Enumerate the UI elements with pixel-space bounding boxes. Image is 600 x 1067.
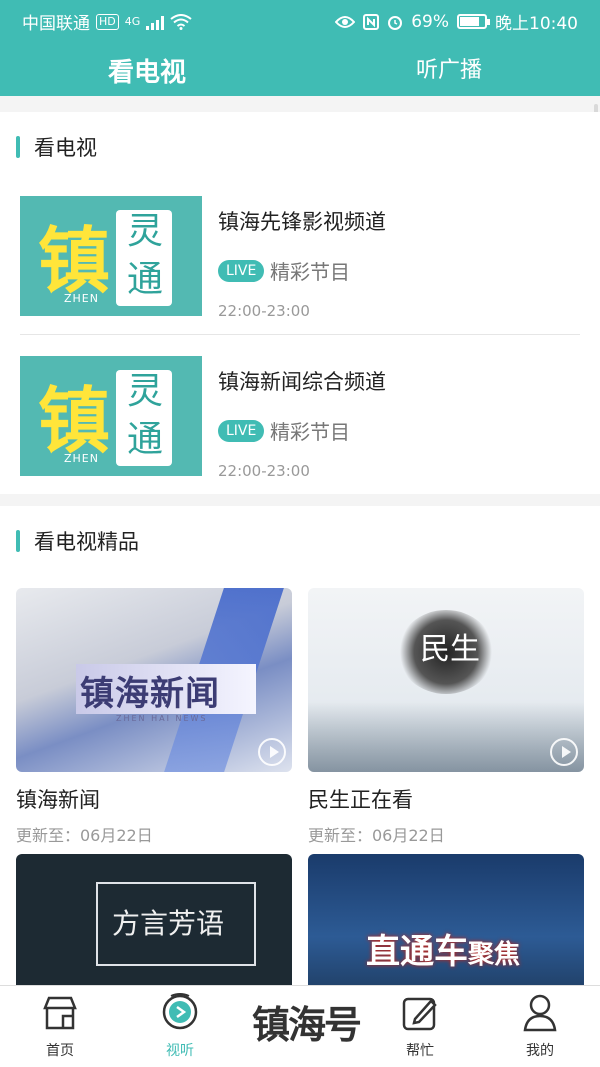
carrier-label: 中国联通 <box>22 14 90 34</box>
nav-help[interactable]: 帮忙 <box>370 986 470 1067</box>
tab-listen-radio[interactable]: 听广播 <box>416 52 482 84</box>
divider <box>20 334 580 335</box>
section-title: 看电视 <box>34 136 97 160</box>
nav-label: 帮忙 <box>406 1043 434 1059</box>
program-card[interactable]: 民生 民生正在看 更新至：06月22日 <box>308 588 584 846</box>
status-bar: 中国联通 HD 4G 69% 晚上10:40 <box>0 0 600 40</box>
hd-badge: HD <box>96 13 119 30</box>
channel-thumbnail: 镇 灵通 ZHEN <box>20 196 202 316</box>
top-tabs: 看电视 听广播 <box>0 40 600 96</box>
nav-label: 首页 <box>46 1043 74 1059</box>
program-time: 22:00-23:00 <box>218 462 310 480</box>
wifi-icon <box>170 13 192 30</box>
bottom-nav: 首页 视听 镇海号 帮忙 我的 <box>0 985 600 1067</box>
thumb-text-main: 直通车 <box>366 932 468 972</box>
program-name: 精彩节目 <box>270 260 350 284</box>
nfc-icon <box>363 13 380 30</box>
eye-icon <box>335 15 356 28</box>
channel-name: 镇海先锋影视频道 <box>218 210 386 234</box>
nav-media[interactable]: 视听 <box>130 986 230 1067</box>
program-title: 民生正在看 <box>308 788 413 812</box>
thumb-sub-text: ZHEN <box>64 292 99 305</box>
program-card[interactable]: 方言芳语 <box>16 854 292 985</box>
nav-label: 我的 <box>526 1043 554 1059</box>
alarm-icon <box>388 15 403 30</box>
channel-thumbnail: 镇 灵通 ZHEN <box>20 356 202 476</box>
section-title: 看电视精品 <box>34 530 139 554</box>
thumb-text: 直通车聚焦 <box>366 924 520 973</box>
play-circle-icon <box>162 993 198 1030</box>
program-title: 镇海新闻 <box>16 788 100 812</box>
thumb-text: 民生 <box>420 632 480 667</box>
network-label: 4G <box>124 15 141 28</box>
thumb-side-text: 灵通 <box>126 211 163 300</box>
user-icon <box>523 994 557 1032</box>
tv-section: 看电视 镇 灵通 ZHEN 镇海先锋影视频道 LIVE 精彩节目 22:00-2… <box>0 112 600 494</box>
program-thumbnail: 镇海新闻 ZHEN HAI NEWS <box>16 588 292 772</box>
picks-section: 看电视精品 镇海新闻 ZHEN HAI NEWS 镇海新闻 更新至：06月22日… <box>0 506 600 985</box>
program-updated: 更新至：06月22日 <box>16 826 153 845</box>
live-badge: LIVE <box>218 420 265 442</box>
battery-percent: 69% <box>411 11 449 32</box>
channel-name: 镇海新闻综合频道 <box>218 370 386 394</box>
thumb-text: 方言芳语 <box>112 907 225 940</box>
channel-item[interactable]: 镇 灵通 ZHEN 镇海先锋影视频道 LIVE 精彩节目 22:00-23:00 <box>0 186 600 336</box>
section-header: 看电视精品 <box>16 526 139 556</box>
thumb-text: 镇海新闻 <box>80 674 220 714</box>
section-accent-bar <box>16 136 20 158</box>
top-bar: 中国联通 HD 4G 69% 晚上10:40 看电视 听广播 <box>0 0 600 96</box>
nav-me[interactable]: 我的 <box>490 986 590 1067</box>
program-name: 精彩节目 <box>270 420 350 444</box>
program-thumbnail: 方言芳语 <box>16 854 292 985</box>
play-icon[interactable] <box>258 738 286 766</box>
nav-label: 视听 <box>166 1043 194 1059</box>
program-time: 22:00-23:00 <box>218 302 310 320</box>
thumb-decoration <box>308 702 584 772</box>
thumb-side-text: 灵通 <box>126 371 163 460</box>
edit-icon <box>402 997 437 1031</box>
program-thumbnail: 直通车聚焦 <box>308 854 584 985</box>
thumb-sub-text: ZHEN HAI NEWS <box>116 714 208 723</box>
battery-icon <box>457 14 490 29</box>
signal-icon <box>146 14 165 30</box>
tab-watch-tv[interactable]: 看电视 <box>108 52 186 89</box>
home-icon <box>43 996 77 1030</box>
program-card[interactable]: 直通车聚焦 <box>308 854 584 985</box>
section-accent-bar <box>16 530 20 552</box>
program-card[interactable]: 镇海新闻 ZHEN HAI NEWS 镇海新闻 更新至：06月22日 <box>16 588 292 846</box>
time-label: 晚上10:40 <box>495 14 578 34</box>
thumb-text-small: 聚焦 <box>468 940 521 970</box>
nav-home[interactable]: 首页 <box>10 986 110 1067</box>
play-icon[interactable] <box>550 738 578 766</box>
live-badge: LIVE <box>218 260 265 282</box>
section-header: 看电视 <box>16 132 97 162</box>
program-thumbnail: 民生 <box>308 588 584 772</box>
thumb-sub-text: ZHEN <box>64 452 99 465</box>
program-updated: 更新至：06月22日 <box>308 826 445 845</box>
channel-item[interactable]: 镇 灵通 ZHEN 镇海新闻综合频道 LIVE 精彩节目 22:00-23:00 <box>0 346 600 496</box>
nav-logo[interactable]: 镇海号 <box>252 994 362 1049</box>
